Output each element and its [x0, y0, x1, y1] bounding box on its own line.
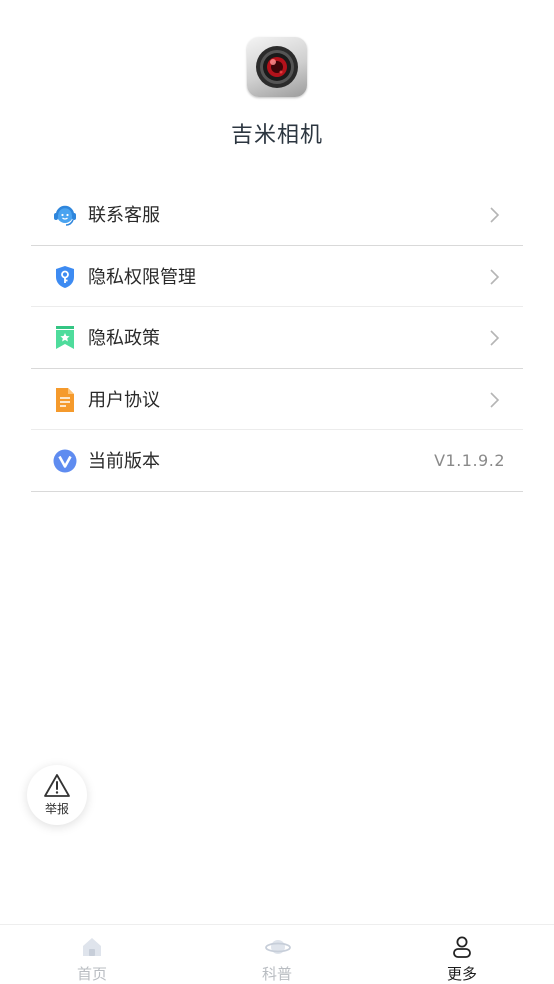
app-name: 吉米相机	[230, 123, 323, 148]
menu-item-user-agreement[interactable]: 用户协议	[31, 369, 523, 430]
menu-label: 隐私政策	[88, 328, 160, 350]
report-button[interactable]: 举报	[27, 765, 87, 825]
warning-triangle-icon	[44, 774, 70, 797]
menu-label: 当前版本	[88, 451, 160, 473]
camera-lens-icon	[247, 37, 307, 97]
tab-more[interactable]: 更多	[370, 925, 554, 984]
tab-label: 首页	[76, 965, 107, 983]
version-v-icon	[53, 449, 77, 473]
customer-service-icon	[54, 205, 76, 226]
user-icon	[453, 936, 471, 958]
tab-science[interactable]: 科普	[185, 925, 369, 984]
menu-label: 联系客服	[88, 205, 160, 227]
chevron-right-icon	[490, 330, 500, 346]
menu-item-current-version: 当前版本 V1.1.9.2	[31, 430, 523, 492]
tab-label: 更多	[446, 965, 477, 983]
tab-label: 科普	[261, 965, 292, 983]
app-header: 吉米相机	[0, 0, 554, 180]
document-icon	[56, 387, 74, 412]
menu-item-customer-service[interactable]: 联系客服	[31, 184, 523, 246]
bookmark-star-icon	[56, 326, 74, 349]
chevron-right-icon	[490, 391, 500, 408]
menu-label: 隐私权限管理	[88, 266, 196, 288]
planet-icon	[265, 940, 291, 954]
bottom-tab-bar: 首页 科普 更多	[0, 924, 554, 984]
version-value: V1.1.9.2	[434, 450, 505, 470]
menu-item-privacy-permissions[interactable]: 隐私权限管理	[31, 246, 523, 307]
settings-menu: 联系客服 隐私权限管理 隐私政策 用户协议 当前版本 V1.1.9.2	[31, 184, 523, 492]
home-icon	[83, 938, 101, 956]
chevron-right-icon	[490, 268, 500, 285]
menu-label: 用户协议	[88, 389, 160, 411]
chevron-right-icon	[490, 207, 500, 223]
tab-home[interactable]: 首页	[0, 925, 184, 984]
report-label: 举报	[44, 802, 69, 816]
menu-item-privacy-policy[interactable]: 隐私政策	[31, 307, 523, 369]
shield-key-icon	[56, 265, 74, 288]
